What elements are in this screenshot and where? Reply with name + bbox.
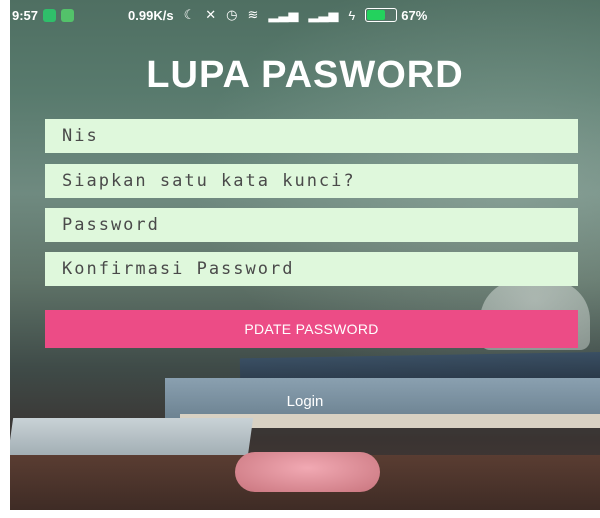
whatsapp-icon [43, 8, 57, 22]
status-bar: 9:57 0.99K/s ☾ ✕ ◷ ≋ ▂▃▅ ▂▃▅ ϟ 67% [10, 0, 600, 30]
login-link[interactable]: Login [10, 393, 600, 410]
signal-icon: ▂▃▅ [308, 7, 339, 22]
moon-icon: ☾ [183, 7, 196, 22]
signal-icon: ▂▃▅ [268, 7, 299, 22]
battery-percent: 67% [401, 7, 428, 23]
status-time: 9:57 [12, 7, 39, 23]
mute-icon: ✕ [205, 7, 217, 22]
confirm-password-input[interactable] [45, 252, 578, 286]
update-password-button[interactable]: PDATE PASSWORD [45, 310, 578, 348]
background-eraser [235, 452, 380, 492]
android-icon [61, 8, 75, 22]
wifi-icon: ≋ [247, 7, 259, 22]
alarm-icon: ◷ [226, 7, 238, 22]
charging-icon: ϟ [348, 7, 356, 23]
battery-fill [367, 10, 385, 20]
battery-icon [365, 8, 398, 22]
network-speed: 0.99K/s [128, 7, 174, 23]
security-question-input[interactable] [45, 164, 578, 198]
password-input[interactable] [45, 208, 578, 242]
app-screen: 9:57 0.99K/s ☾ ✕ ◷ ≋ ▂▃▅ ▂▃▅ ϟ 67% LUPA … [10, 0, 600, 510]
nis-input[interactable] [45, 119, 578, 153]
page-title: LUPA PASWORD [146, 54, 464, 96]
